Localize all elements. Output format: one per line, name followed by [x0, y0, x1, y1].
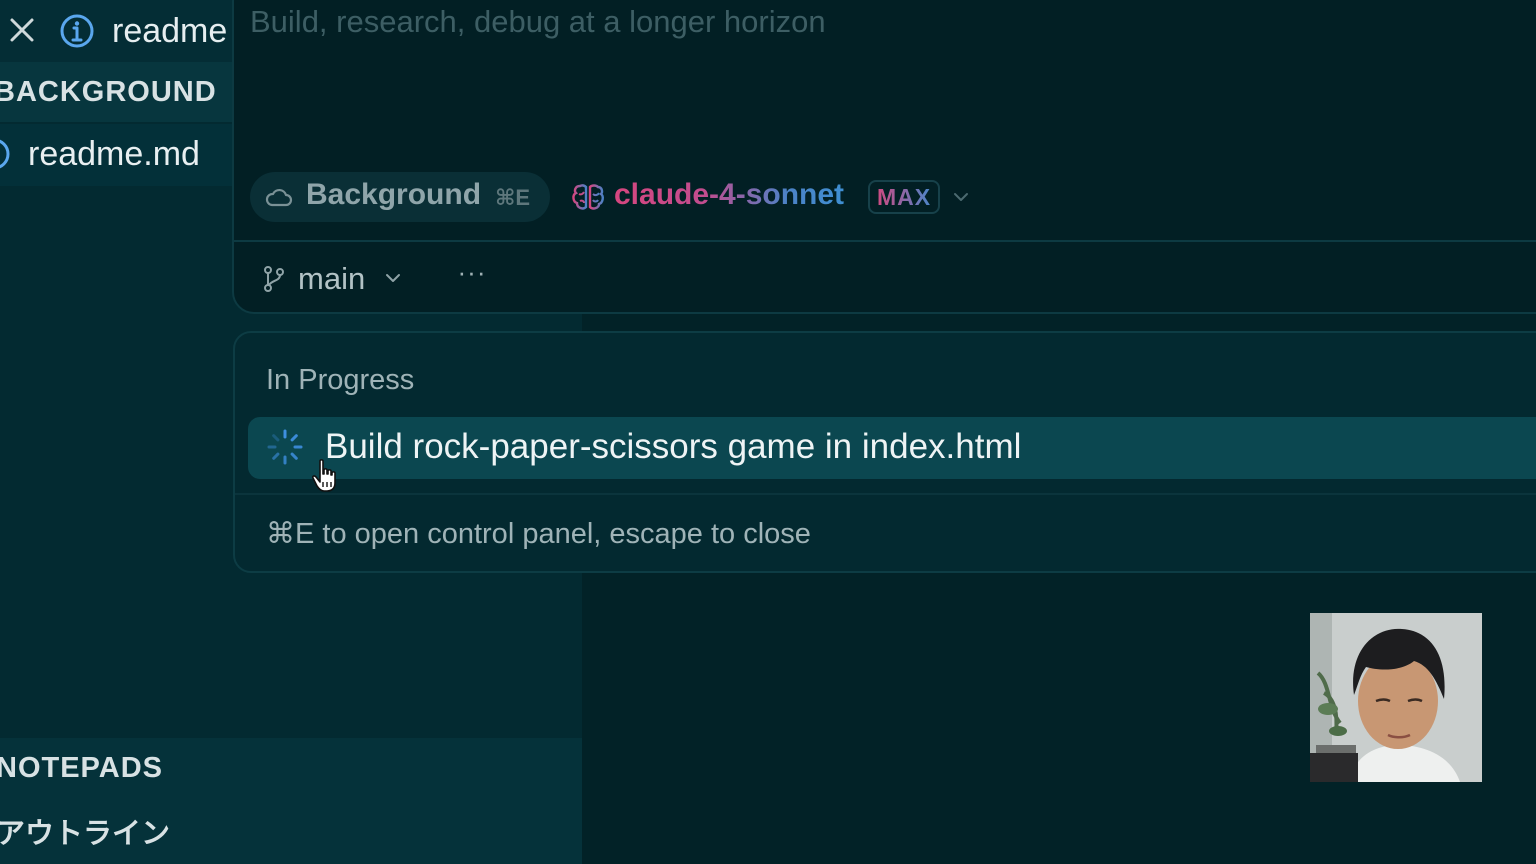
more-options-button[interactable]: ···	[456, 258, 488, 290]
divider	[235, 493, 1536, 495]
cloud-icon	[265, 188, 293, 207]
chevron-down-icon[interactable]	[383, 268, 403, 288]
brain-icon	[572, 184, 604, 210]
info-icon	[60, 14, 94, 48]
branch-selector[interactable]: main	[298, 261, 365, 297]
file-label: readme.md	[28, 135, 200, 173]
background-mode-label: Background	[306, 178, 482, 211]
max-badge-label: MAX	[876, 183, 932, 210]
notepads-title[interactable]: NOTEPADS	[0, 752, 163, 785]
task-label: Build rock-paper-scissors game in index.…	[325, 427, 1022, 466]
shortcut-hint: ⌘E	[495, 185, 531, 210]
section-title: BACKGROUND	[0, 76, 217, 108]
hand-cursor-icon	[311, 459, 336, 492]
prompt-input[interactable]: Build, research, debug at a longer horiz…	[250, 4, 826, 40]
outline-title[interactable]: アウトライン	[0, 810, 170, 852]
max-badge: MAX	[868, 180, 940, 214]
chevron-down-icon[interactable]	[951, 187, 971, 207]
tab-label: readme	[112, 12, 228, 50]
divider	[234, 240, 1536, 242]
control-panel-hint: ⌘E to open control panel, escape to clos…	[266, 518, 811, 550]
app-window: readme BACKGROUND readme.md NOTEPADS アウト…	[0, 0, 1536, 864]
info-icon	[0, 139, 10, 169]
spinner-icon	[267, 429, 303, 465]
git-branch-icon	[264, 266, 284, 292]
webcam-overlay	[1310, 613, 1482, 782]
composer-box	[232, 0, 1536, 314]
close-icon[interactable]	[8, 16, 36, 44]
model-selector[interactable]: claude-4-sonnet	[614, 178, 844, 212]
in-progress-heading: In Progress	[266, 364, 415, 396]
presenter-image	[1310, 613, 1482, 782]
